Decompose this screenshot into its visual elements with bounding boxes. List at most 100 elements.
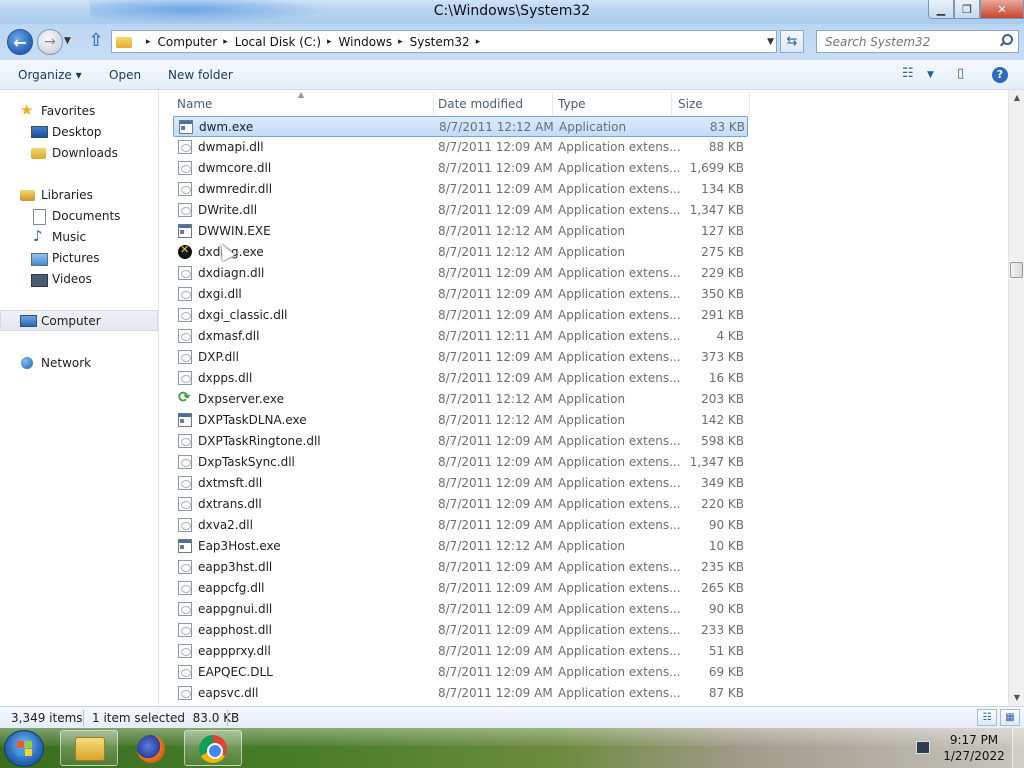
file-row[interactable]: eappcfg.dll 8/7/2011 12:09 AM Application … (173, 578, 748, 599)
chevron-right-icon[interactable]: ▸ (223, 37, 228, 47)
taskbar-firefox-button[interactable] (122, 730, 180, 766)
dll-file-icon (178, 686, 192, 700)
system-clock[interactable]: 9:17 PM 1/27/2022 (938, 732, 1010, 764)
close-button[interactable]: ✕ (980, 0, 1024, 19)
column-divider[interactable] (749, 92, 750, 116)
back-button[interactable]: ← (7, 29, 33, 55)
details-view-button[interactable]: ☷ (977, 709, 997, 726)
file-size: 87 KB (708, 686, 744, 700)
file-row[interactable]: dxpps.dll 8/7/2011 12:09 AM Application ex… (173, 368, 748, 389)
chevron-right-icon[interactable]: ▸ (327, 37, 332, 47)
taskbar-explorer-button[interactable] (60, 730, 118, 766)
nav-pictures[interactable]: Pictures (0, 247, 158, 268)
file-row[interactable]: DWrite.dll 8/7/2011 12:09 AM Application e… (173, 200, 748, 221)
nav-network[interactable]: Network (0, 352, 158, 373)
nav-music[interactable]: Music (0, 226, 158, 247)
file-row[interactable]: eapp3hst.dll 8/7/2011 12:09 AM Application… (173, 557, 748, 578)
show-desktop-button[interactable] (1012, 728, 1024, 768)
file-row[interactable]: Dxpserver.exe 8/7/2011 12:12 AM Applicatio… (173, 388, 748, 410)
file-row[interactable]: EAPQEC.DLL 8/7/2011 12:09 AM Application e… (173, 662, 748, 683)
search-input[interactable] (817, 31, 992, 52)
nav-downloads[interactable]: Downloads (0, 142, 158, 163)
help-icon[interactable]: ? (992, 67, 1008, 83)
minimize-button[interactable]: ▁ (928, 0, 954, 19)
open-button[interactable]: Open (109, 68, 141, 82)
nav-desktop[interactable]: Desktop (0, 121, 158, 142)
file-row[interactable]: dxgi_classic.dll 8/7/2011 12:09 AM Applica… (173, 305, 748, 326)
file-size: 1,347 KB (689, 455, 744, 469)
file-row[interactable]: eappgnui.dll 8/7/2011 12:09 AM Application… (173, 599, 748, 620)
file-type: Application (558, 245, 626, 259)
preview-pane-icon[interactable]: ▯ (957, 66, 964, 81)
file-row[interactable]: eappprxy.dll 8/7/2011 12:09 AM Application… (173, 641, 748, 662)
change-view-icon[interactable]: ☷ (902, 66, 914, 81)
column-divider[interactable] (671, 92, 672, 116)
recent-pages-dropdown[interactable]: ▼ (64, 36, 71, 46)
file-row[interactable]: dwmcore.dll 8/7/2011 12:09 AM Application … (173, 158, 748, 179)
file-row[interactable]: dxva2.dll 8/7/2011 12:09 AM Application ex… (173, 515, 748, 536)
view-options-dropdown[interactable]: ▼ (927, 70, 934, 80)
dll-file-icon (178, 434, 192, 448)
breadcrumb-system32[interactable]: System32 (410, 35, 470, 49)
taskbar-chrome-button[interactable] (184, 730, 242, 766)
dll-file-icon (178, 266, 192, 280)
network-tray-icon[interactable] (916, 741, 930, 754)
breadcrumb-windows[interactable]: Windows (339, 35, 393, 49)
start-button[interactable] (4, 730, 44, 767)
forward-button[interactable]: → (37, 29, 63, 55)
file-row[interactable]: DWWIN.EXE 8/7/2011 12:12 AM Application 127… (173, 221, 748, 242)
nav-favorites[interactable]: Favorites (0, 100, 158, 121)
file-row[interactable]: dwm.exe 8/7/2011 12:12 AM Application 83 KB (173, 116, 748, 137)
breadcrumb-local-disk[interactable]: Local Disk (C:) (235, 35, 321, 49)
nav-documents[interactable]: Documents (0, 205, 158, 226)
file-row[interactable]: DXPTaskRingtone.dll 8/7/2011 12:09 AM Appl… (173, 431, 748, 452)
column-header-type[interactable]: Type (558, 97, 586, 111)
file-name: dxtrans.dll (198, 497, 262, 511)
search-icon[interactable] (999, 34, 1013, 48)
file-row[interactable]: eapsvc.dll 8/7/2011 12:09 AM Application e… (173, 683, 748, 704)
scroll-up-arrow[interactable]: ▲ (1009, 90, 1024, 106)
file-row[interactable]: dxmasf.dll 8/7/2011 12:11 AM Application e… (173, 326, 748, 347)
file-row[interactable]: dxtmsft.dll 8/7/2011 12:09 AM Application … (173, 473, 748, 494)
breadcrumb-computer[interactable]: Computer (158, 35, 218, 49)
column-header-size[interactable]: Size (678, 97, 703, 111)
column-header-name[interactable]: Name (177, 97, 212, 111)
file-row[interactable]: DXP.dll 8/7/2011 12:09 AM Application exte… (173, 347, 748, 368)
nav-libraries[interactable]: Libraries (0, 184, 158, 205)
large-icons-view-button[interactable]: ▦ (1000, 709, 1020, 726)
file-row[interactable]: dwmapi.dll 8/7/2011 12:09 AM Application e… (173, 137, 748, 158)
file-row[interactable]: dxtrans.dll 8/7/2011 12:09 AM Application … (173, 494, 748, 515)
file-row[interactable]: eapphost.dll 8/7/2011 12:09 AM Application… (173, 620, 748, 641)
column-divider[interactable] (433, 92, 434, 116)
file-size: 1,699 KB (689, 161, 744, 175)
file-row[interactable]: dxgi.dll 8/7/2011 12:09 AM Application ext… (173, 284, 748, 305)
vertical-scrollbar[interactable]: ▲ ▼ (1008, 90, 1024, 706)
file-row[interactable]: DXPTaskDLNA.exe 8/7/2011 12:12 AM Applicat… (173, 410, 748, 431)
address-history-dropdown[interactable]: ▼ (767, 37, 774, 47)
file-type: Application extens... (558, 602, 681, 616)
new-folder-button[interactable]: New folder (168, 68, 233, 82)
column-header-date-modified[interactable]: Date modified (438, 97, 523, 111)
file-row[interactable]: dwmredir.dll 8/7/2011 12:09 AM Application… (173, 179, 748, 200)
file-row[interactable]: DxpTaskSync.dll 8/7/2011 12:09 AM Applicat… (173, 452, 748, 473)
column-divider[interactable] (552, 92, 553, 116)
dll-file-icon (178, 581, 192, 595)
maximize-button[interactable]: ❐ (954, 0, 980, 19)
file-row[interactable]: dxdiag.exe8/7/2011 12:12 AMApplication27… (173, 242, 748, 263)
dll-file-icon (178, 350, 192, 364)
file-row[interactable]: Eap3Host.exe 8/7/2011 12:12 AM Application… (173, 536, 748, 557)
scroll-thumb[interactable] (1010, 262, 1023, 278)
address-bar[interactable]: ▸ Computer ▸ Local Disk (C:) ▸ Windows ▸… (111, 30, 777, 53)
scroll-down-arrow[interactable]: ▼ (1009, 690, 1024, 706)
nav-computer[interactable]: Computer (0, 310, 158, 331)
file-row[interactable]: dxdiagn.dll 8/7/2011 12:09 AM Application … (173, 263, 748, 284)
file-date-modified: 8/7/2011 12:09 AM (438, 665, 553, 679)
up-level-button[interactable]: ⇧ (86, 32, 106, 52)
breadcrumb: ▸ Computer ▸ Local Disk (C:) ▸ Windows ▸… (140, 35, 487, 49)
breadcrumb-root-chevron[interactable]: ▸ (146, 37, 151, 47)
chevron-right-icon[interactable]: ▸ (476, 37, 481, 47)
refresh-button[interactable]: ⇆ (780, 30, 804, 53)
chevron-right-icon[interactable]: ▸ (398, 37, 403, 47)
organize-button[interactable]: Organize ▾ (18, 68, 82, 82)
nav-videos[interactable]: Videos (0, 268, 158, 289)
